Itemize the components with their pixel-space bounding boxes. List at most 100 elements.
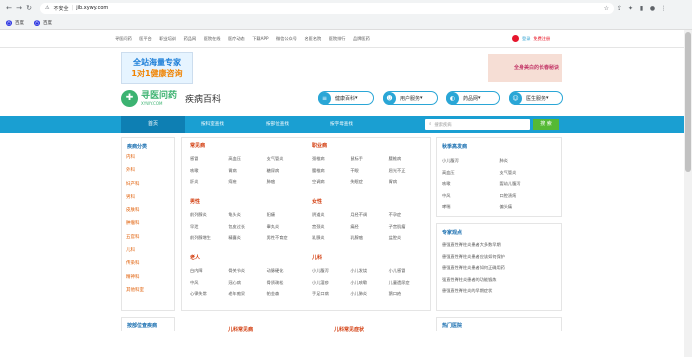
expert-article-link[interactable]: 患强直性脊柱炎患者应该如何保护	[442, 254, 505, 266]
nav-by-body-part[interactable]: 按部位查找	[266, 116, 289, 133]
disease-link[interactable]: 鹅口疮	[389, 291, 427, 297]
category-item[interactable]: 儿科	[126, 247, 144, 260]
top-link[interactable]: 医院在线	[204, 36, 221, 42]
disease-link[interactable]: 男性不育症	[267, 235, 305, 241]
disease-link[interactable]: 肝炎	[190, 179, 228, 185]
category-item[interactable]: 外科	[126, 167, 144, 180]
top-link[interactable]: 医疗动态	[228, 36, 245, 42]
category-item[interactable]: 内科	[126, 154, 144, 167]
top-link[interactable]: 医平台	[139, 36, 152, 42]
disease-link[interactable]: 中风	[190, 280, 228, 286]
register-link[interactable]: 免费注册	[533, 36, 550, 42]
category-item[interactable]: 其他科室	[126, 287, 144, 300]
disease-link[interactable]: 支气管炎	[267, 156, 305, 162]
disease-link[interactable]: 手足口病	[312, 291, 350, 297]
disease-link[interactable]: 小儿咳嗽	[350, 280, 388, 286]
category-item[interactable]: 肿瘤科	[126, 220, 144, 233]
beauty-ad-banner[interactable]: 全身美白的长春秘诀	[488, 54, 562, 82]
reload-icon[interactable]: ↻	[24, 4, 34, 12]
scrollbar-thumb[interactable]	[685, 32, 691, 172]
category-item[interactable]: 男科	[126, 194, 144, 207]
top-link[interactable]: 药品网	[184, 36, 197, 42]
disease-link[interactable]: 冠心病	[228, 280, 266, 286]
top-link[interactable]: 下载APP	[252, 36, 268, 42]
disease-link[interactable]: 儿童遗尿症	[389, 280, 427, 286]
share-icon[interactable]: ⇪	[614, 5, 625, 12]
service-health-encyclopedia[interactable]: ≡ 健康百科 ▾	[318, 91, 374, 105]
category-item[interactable]: 妇产科	[126, 181, 144, 194]
disease-link[interactable]: 小儿感冒	[389, 268, 427, 274]
disease-link[interactable]: 肺炎	[500, 158, 558, 164]
disease-link[interactable]: 子宫肌瘤	[389, 224, 427, 230]
disease-link[interactable]: 痛经	[350, 224, 388, 230]
disease-link[interactable]: 感冒	[190, 156, 228, 162]
disease-link[interactable]: 小儿肺炎	[350, 291, 388, 297]
disease-link[interactable]: 中风	[442, 193, 500, 199]
search-input[interactable]: ⌕ 搜索疾病	[425, 119, 530, 130]
disease-link[interactable]: 龟头炎	[228, 212, 266, 218]
nav-by-department[interactable]: 按科室查找	[201, 116, 224, 133]
disease-link[interactable]: 月经不调	[350, 212, 388, 218]
bookmark-star-icon[interactable]: ☆	[604, 5, 609, 12]
category-item[interactable]: 精神科	[126, 274, 144, 287]
disease-link[interactable]: 骨质疏松	[267, 280, 305, 286]
disease-link[interactable]: 咳嗽	[442, 181, 500, 187]
disease-link[interactable]: 小儿湿疹	[312, 280, 350, 286]
disease-link[interactable]: 哮喘	[442, 204, 500, 210]
category-item[interactable]: 皮肤科	[126, 207, 144, 220]
disease-link[interactable]: 阳痿	[267, 212, 305, 218]
address-bar[interactable]: ⚠ 不安全 | jib.xywy.com ☆	[40, 2, 614, 14]
disease-link[interactable]: 帕金森	[267, 291, 305, 297]
expert-article-link[interactable]: 强直性脊柱炎患者的功能锻炼	[442, 277, 505, 289]
back-icon[interactable]: ←	[4, 4, 14, 12]
top-link[interactable]: 微信公众号	[276, 36, 297, 42]
disease-link[interactable]: 小儿腹泻	[312, 268, 350, 274]
category-item[interactable]: 传染科	[126, 260, 144, 273]
disease-link[interactable]: 动脉硬化	[267, 268, 305, 274]
disease-link[interactable]: 高血压	[228, 156, 266, 162]
disease-link[interactable]: 空调病	[312, 179, 350, 185]
profile-icon[interactable]: ●	[647, 5, 658, 12]
service-doctor[interactable]: ☺ 医生服务 ▾	[509, 91, 563, 105]
disease-link[interactable]: 颈椎病	[312, 156, 350, 162]
disease-link[interactable]: 小儿发烧	[350, 268, 388, 274]
top-link[interactable]: 寻医问药	[115, 36, 132, 42]
search-button[interactable]: 搜 索	[533, 119, 559, 130]
page-scrollbar[interactable]	[684, 30, 692, 357]
forward-icon[interactable]: →	[14, 4, 24, 12]
disease-link[interactable]: 胃病	[389, 179, 427, 185]
disease-link[interactable]: 宫颈炎	[312, 224, 350, 230]
weibo-icon[interactable]	[512, 35, 519, 42]
disease-link[interactable]: 包皮过长	[228, 224, 266, 230]
disease-link[interactable]: 婴幼儿腹泻	[500, 181, 558, 187]
site-logo[interactable]: ✚ 寻医问药 XYWY.COM 疾病百科	[121, 90, 221, 107]
nav-by-letter[interactable]: 按字母查找	[330, 116, 353, 133]
disease-link[interactable]: 干眼	[350, 168, 388, 174]
disease-link[interactable]: 鼠标手	[350, 156, 388, 162]
disease-link[interactable]: 支气管炎	[500, 170, 558, 176]
disease-link[interactable]: 咳嗽	[190, 168, 228, 174]
disease-link[interactable]: 肺癌	[267, 179, 305, 185]
disease-link[interactable]: 失眠症	[350, 179, 388, 185]
service-pharmacy[interactable]: ◐ 药品网 ▾	[446, 91, 500, 105]
top-link[interactable]: 名医名院	[304, 36, 321, 42]
disease-link[interactable]: 老年痴呆	[228, 291, 266, 297]
nav-home[interactable]: 首页	[121, 116, 185, 133]
disease-link[interactable]: 白内障	[190, 268, 228, 274]
disease-link[interactable]: 不孕症	[389, 212, 427, 218]
service-user[interactable]: ☻ 用户服务 ▾	[383, 91, 438, 105]
disease-link[interactable]: 骨关节炎	[228, 268, 266, 274]
bookmark-baidu-2[interactable]: 百 百度	[34, 19, 52, 26]
disease-link[interactable]: 前列腺炎	[190, 212, 228, 218]
category-item[interactable]: 五官科	[126, 234, 144, 247]
menu-icon[interactable]: ⋮	[658, 5, 669, 12]
consult-ad-banner[interactable]: 全站海量专家 1对1健康咨询	[121, 52, 193, 84]
disease-link[interactable]: 精囊炎	[228, 235, 266, 241]
disease-link[interactable]: 高血压	[442, 170, 500, 176]
bookmark-baidu-1[interactable]: 百 百度	[6, 19, 24, 26]
disease-link[interactable]: 小儿腹泻	[442, 158, 500, 164]
disease-link[interactable]: 胃病	[228, 168, 266, 174]
disease-link[interactable]: 偏头痛	[500, 204, 558, 210]
disease-link[interactable]: 盆腔炎	[389, 235, 427, 241]
disease-link[interactable]: 口腔溃疡	[500, 193, 558, 199]
